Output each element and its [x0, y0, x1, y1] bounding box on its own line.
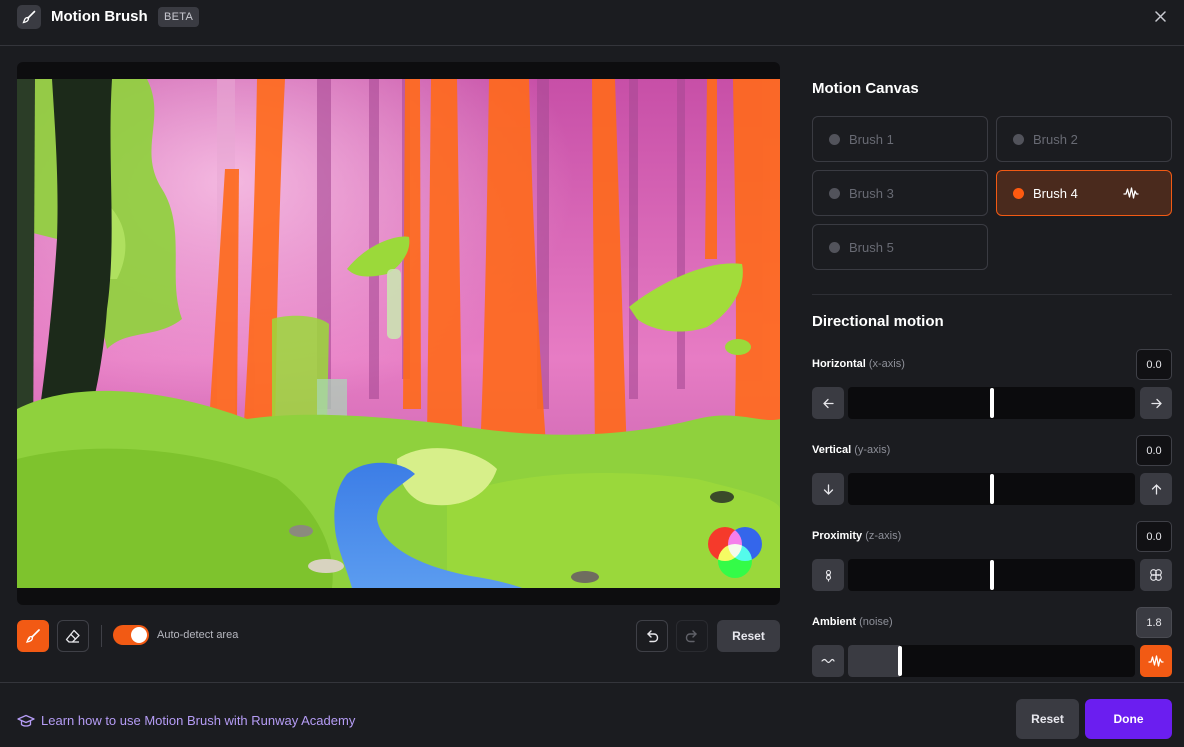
proximity-value-input[interactable]: 0.0	[1136, 521, 1172, 552]
slider-axis: (x-axis)	[868, 358, 905, 370]
horizontal-slider-track[interactable]	[848, 387, 1135, 419]
brush-label: Brush 3	[849, 185, 894, 201]
brush-card-5[interactable]: Brush 5	[812, 224, 988, 270]
paintbrush-icon	[17, 5, 41, 29]
horizontal-label: Horizontal (x-axis)	[812, 358, 905, 370]
section-divider	[812, 294, 1172, 295]
footer-reset-button[interactable]: Reset	[1016, 699, 1079, 739]
brush-tool-button[interactable]	[17, 620, 49, 652]
slider-name: Horizontal	[812, 358, 866, 370]
proximity-shrink-button[interactable]	[812, 559, 844, 591]
redo-button[interactable]	[676, 620, 708, 652]
vertical-value-input[interactable]: 0.0	[1136, 435, 1172, 466]
slider-name: Proximity	[812, 530, 863, 542]
waveform-icon	[1123, 187, 1139, 199]
paintbrush-icon	[25, 629, 40, 643]
slider-name: Ambient	[812, 616, 856, 628]
brush-color-dot	[1013, 187, 1024, 199]
vertical-slider-thumb[interactable]	[989, 473, 994, 505]
canvas-reset-button[interactable]: Reset	[717, 620, 780, 652]
close-button[interactable]	[1151, 7, 1169, 25]
proximity-label: Proximity (z-axis)	[812, 530, 901, 542]
proximity-expand-button[interactable]	[1140, 559, 1172, 591]
horizontal-slider-thumb[interactable]	[989, 387, 994, 419]
directional-motion-title: Directional motion	[812, 313, 944, 330]
motion-canvas[interactable]	[17, 62, 780, 605]
modal-footer: Learn how to use Motion Brush with Runwa…	[0, 682, 1184, 747]
modal-title: Motion Brush	[51, 8, 148, 25]
horizontal-left-button[interactable]	[812, 387, 844, 419]
ambient-label: Ambient (noise)	[812, 616, 893, 628]
arrow-down-icon	[823, 483, 833, 495]
brush-color-dot	[1013, 133, 1024, 145]
horizontal-value-input[interactable]: 0.0	[1136, 349, 1172, 380]
brush-label: Brush 1	[849, 131, 894, 147]
proximity-slider-track[interactable]	[848, 559, 1135, 591]
slider-axis: (noise)	[859, 616, 893, 628]
arrow-up-icon	[1151, 483, 1161, 495]
done-button[interactable]: Done	[1085, 699, 1172, 739]
vertical-down-button[interactable]	[812, 473, 844, 505]
arrow-right-icon	[1150, 398, 1162, 408]
brush-color-dot	[829, 133, 840, 145]
auto-detect-toggle[interactable]	[113, 625, 149, 645]
brush-label: Brush 2	[1033, 131, 1078, 147]
redo-icon	[685, 630, 697, 643]
brush-color-dot	[829, 187, 840, 199]
proximity-slider-thumb[interactable]	[989, 559, 994, 591]
brush-color-dot	[829, 241, 840, 253]
close-icon	[1154, 10, 1166, 22]
academy-link-text[interactable]: Learn how to use Motion Brush with Runwa…	[41, 713, 355, 728]
vertical-up-button[interactable]	[1140, 473, 1172, 505]
slider-name: Vertical	[812, 444, 852, 456]
ambient-slider-thumb[interactable]	[897, 645, 902, 677]
arrow-left-icon	[822, 398, 834, 408]
undo-icon	[647, 630, 659, 643]
brush-label: Brush 5	[849, 239, 894, 255]
slider-axis: (y-axis)	[854, 444, 891, 456]
modal-header: Motion Brush BETA	[0, 0, 1184, 46]
brush-card-2[interactable]: Brush 2	[996, 116, 1172, 162]
undo-button[interactable]	[636, 620, 668, 652]
vertical-label: Vertical (y-axis)	[812, 444, 890, 456]
toolbar-divider	[101, 625, 102, 647]
vertical-slider-track[interactable]	[848, 473, 1135, 505]
shrink-flower-icon	[825, 569, 831, 581]
ambient-value-input[interactable]: 1.8	[1136, 607, 1172, 638]
expand-flower-icon	[1150, 569, 1162, 581]
noise-wave-icon	[1148, 655, 1164, 667]
brush-card-1[interactable]: Brush 1	[812, 116, 988, 162]
eraser-icon	[65, 629, 80, 643]
ambient-calm-button[interactable]	[812, 645, 844, 677]
graduation-cap-icon	[17, 714, 35, 727]
toggle-knob	[131, 627, 147, 643]
ambient-slider-track[interactable]	[848, 645, 1135, 677]
motion-canvas-title: Motion Canvas	[812, 80, 919, 97]
ambient-slider-fill	[848, 645, 900, 677]
eraser-tool-button[interactable]	[57, 620, 89, 652]
forest-scene-image[interactable]	[17, 79, 780, 588]
ambient-noise-button[interactable]	[1140, 645, 1172, 677]
slider-axis: (z-axis)	[865, 530, 902, 542]
brush-card-3[interactable]: Brush 3	[812, 170, 988, 216]
brush-card-4[interactable]: Brush 4	[996, 170, 1172, 216]
academy-link[interactable]: Learn how to use Motion Brush with Runwa…	[17, 713, 355, 728]
calm-wave-icon	[821, 658, 835, 664]
beta-badge: BETA	[158, 7, 200, 27]
brush-label: Brush 4	[1033, 185, 1078, 201]
horizontal-right-button[interactable]	[1140, 387, 1172, 419]
auto-detect-label: Auto-detect area	[157, 629, 239, 641]
